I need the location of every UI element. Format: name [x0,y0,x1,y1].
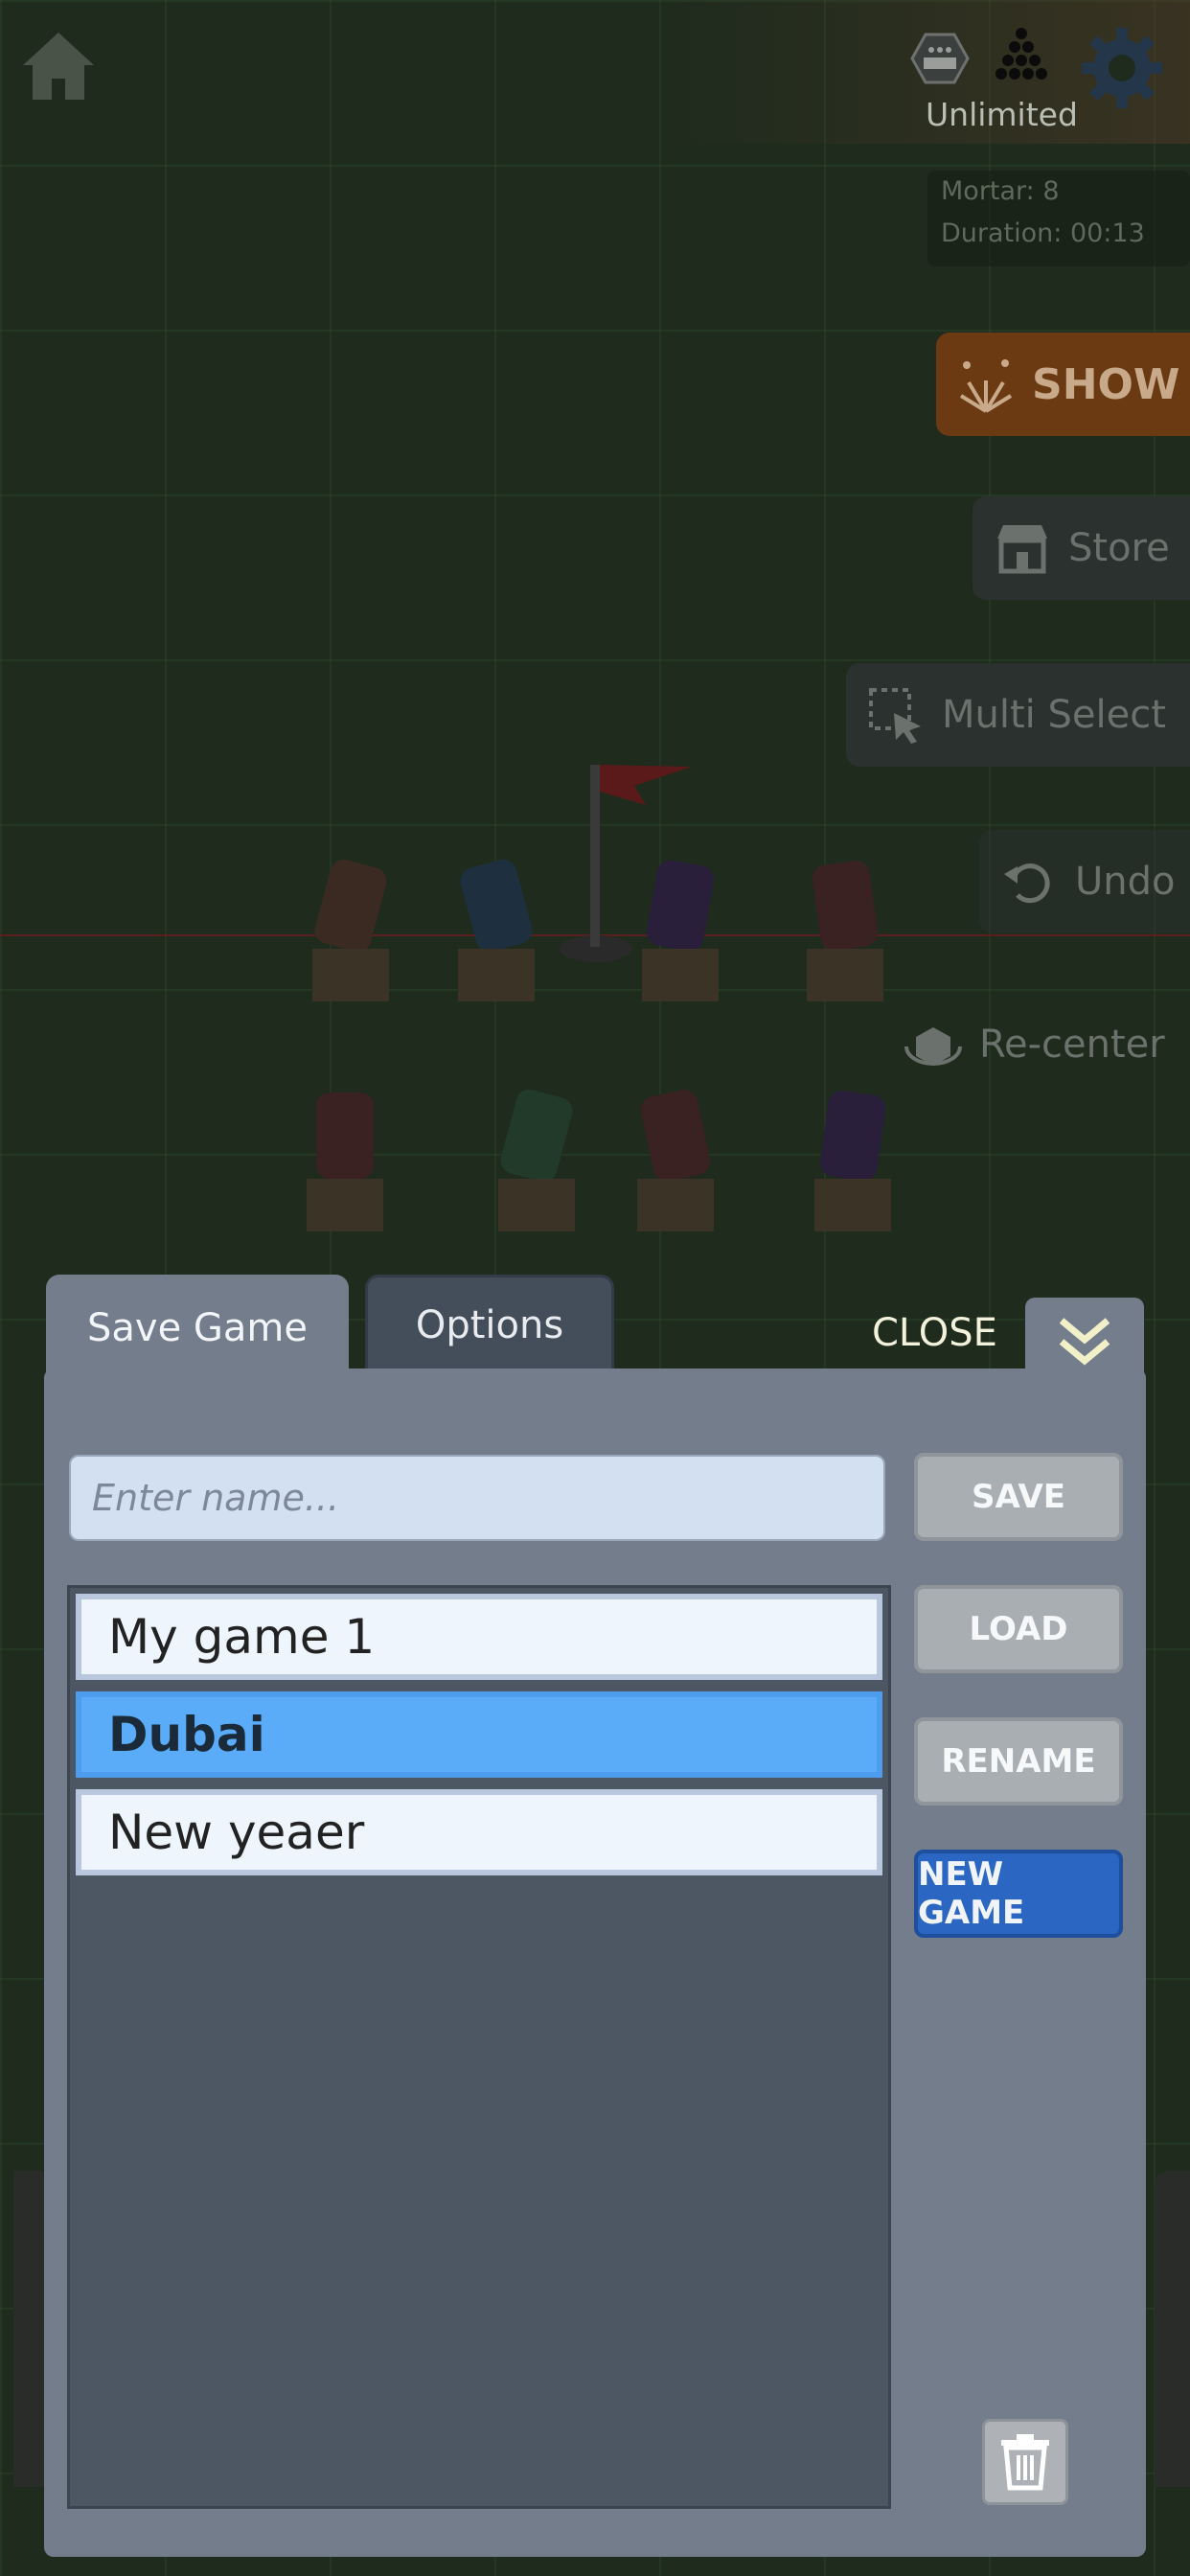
load-label: LOAD [969,1610,1068,1648]
shells-icon [995,28,1047,80]
mortar-count: Mortar: 8 [941,176,1060,206]
mortar [312,859,389,1001]
new-game-button[interactable]: NEW GAME [914,1850,1123,1938]
mortar [642,860,719,1001]
list-item[interactable]: Dubai [76,1691,882,1778]
tab-save-game[interactable]: Save Game [46,1275,349,1382]
currency-label: Unlimited [926,96,1078,133]
mortar [814,1091,891,1231]
gear-icon[interactable] [1078,24,1166,112]
mortar [458,859,535,1001]
multi-select-label: Multi Select [942,693,1166,737]
save-button[interactable]: SAVE [914,1453,1123,1541]
mortar [307,1092,383,1231]
show-stats: Mortar: 8 Duration: 00:13 [927,171,1190,266]
tab-options[interactable]: Options [365,1275,614,1376]
undo-icon [1004,863,1050,904]
tab-options-label: Options [415,1303,564,1347]
tab-save-game-label: Save Game [87,1306,308,1350]
load-button[interactable]: LOAD [914,1585,1123,1673]
delete-button[interactable] [982,2419,1068,2505]
rename-button[interactable]: RENAME [914,1717,1123,1806]
pro-badge-icon[interactable] [910,29,970,88]
list-item[interactable]: New yeaer [76,1789,882,1875]
save-name: My game 1 [108,1609,376,1665]
bottom-right-decoration [1155,2171,1190,2487]
save-name: Dubai [108,1707,265,1762]
save-name: New yeaer [108,1805,365,1860]
duration-value: Duration: 00:13 [941,218,1145,248]
fireworks-icon [959,359,1013,413]
close-label[interactable]: CLOSE [872,1311,997,1355]
chevron-double-down-icon [1059,1318,1110,1366]
undo-label: Undo [1075,860,1176,904]
recenter-label: Re-center [979,1023,1165,1067]
collapse-button[interactable] [1025,1298,1144,1386]
undo-button[interactable]: Undo [979,830,1190,933]
new-game-label: NEW GAME [918,1855,1025,1932]
store-label: Store [1068,526,1170,570]
show-label: SHOW [1032,359,1180,409]
rename-label: RENAME [941,1742,1096,1781]
show-button[interactable]: SHOW [936,333,1190,436]
multi-select-button[interactable]: Multi Select [846,663,1190,767]
save-name-input[interactable] [69,1455,885,1541]
mortar [807,861,883,1001]
store-button[interactable]: Store [973,496,1190,600]
save-label: SAVE [971,1478,1066,1516]
recenter-icon [904,1027,962,1066]
home-icon[interactable] [19,27,98,105]
multi-select-icon [869,688,921,744]
recenter-button[interactable]: Re-center [883,997,1190,1092]
trash-icon [1001,2434,1049,2491]
mortar [637,1090,714,1231]
mortar [498,1089,575,1231]
saved-games-list: My game 1 Dubai New yeaer [67,1585,891,2509]
list-item[interactable]: My game 1 [76,1594,882,1680]
store-icon [997,525,1047,574]
